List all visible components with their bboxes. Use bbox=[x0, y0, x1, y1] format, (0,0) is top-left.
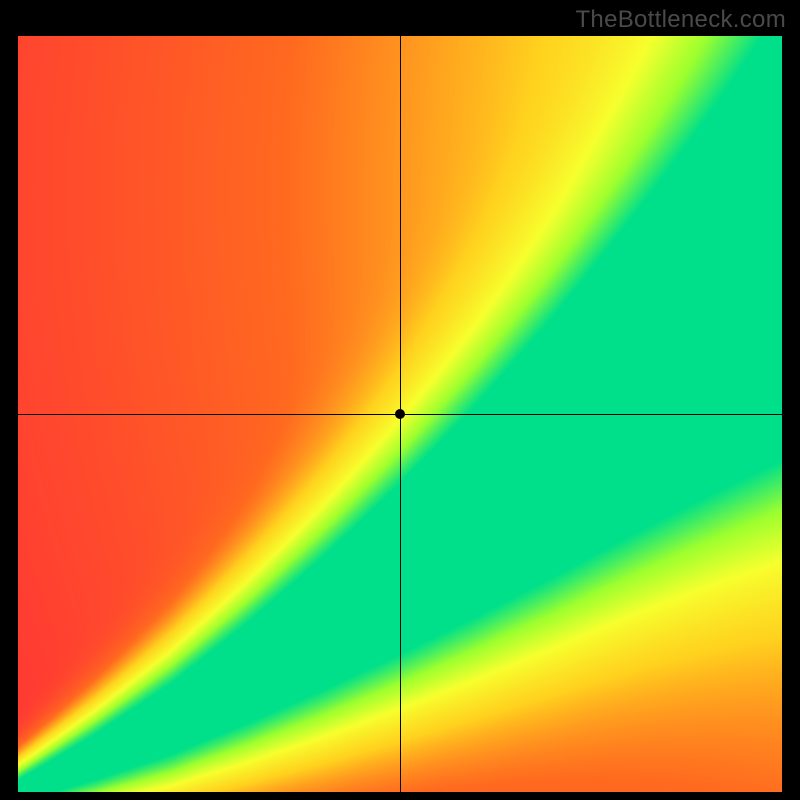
heatmap-canvas bbox=[18, 36, 782, 792]
chart-frame: TheBottleneck.com bbox=[0, 0, 800, 800]
heatmap-plot bbox=[18, 36, 782, 792]
watermark-text: TheBottleneck.com bbox=[575, 6, 786, 34]
